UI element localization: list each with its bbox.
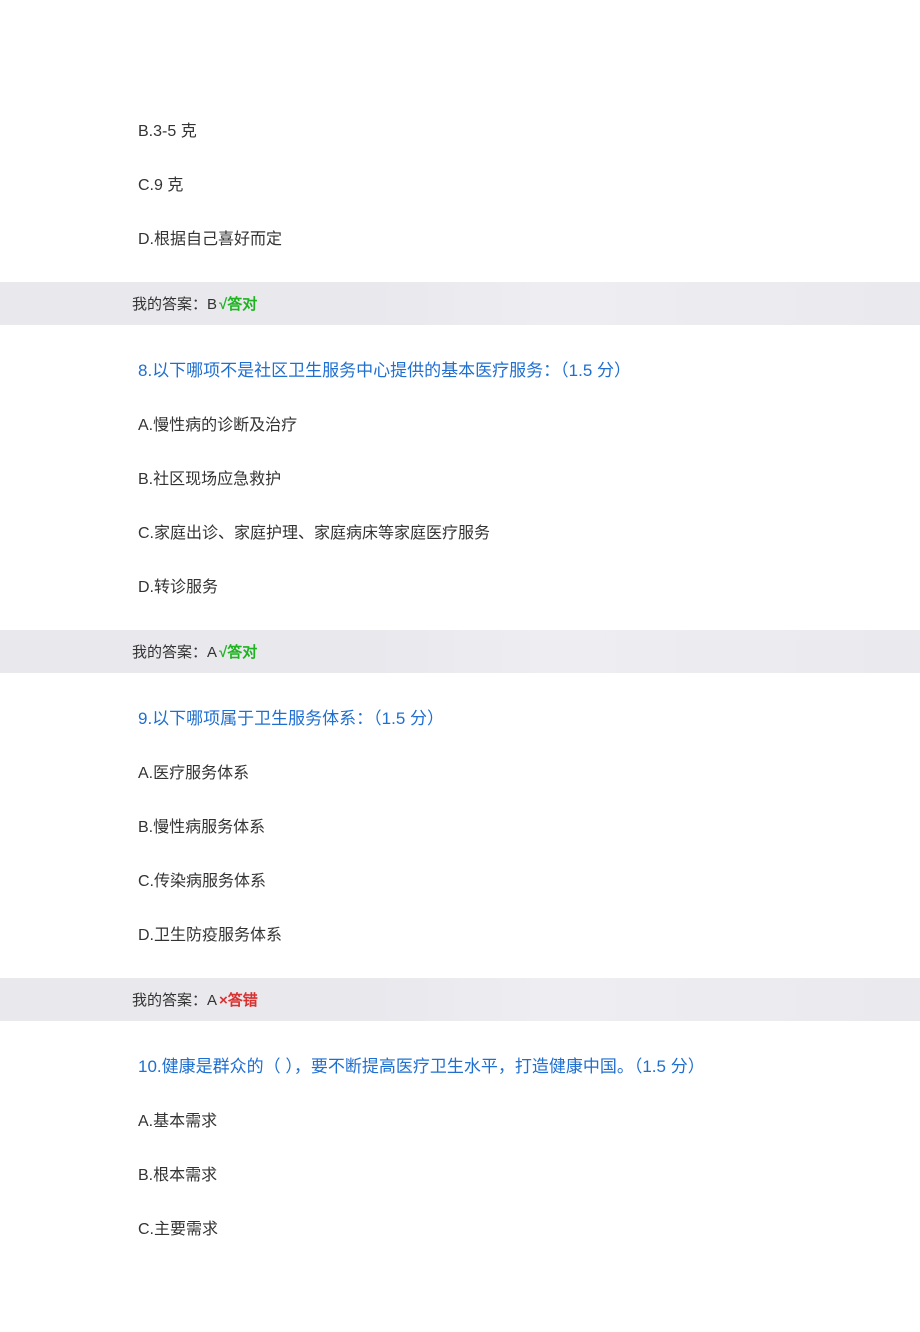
option-c: C.9 克 [0, 174, 920, 198]
question-8-title: 8.以下哪项不是社区卫生服务中心提供的基本医疗服务：（1.5 分） [0, 357, 920, 386]
option-c: C.传染病服务体系 [0, 870, 920, 894]
question-10-options: A.基本需求 B.根本需求 C.主要需求 [0, 1110, 920, 1242]
option-a: A.医疗服务体系 [0, 762, 920, 786]
answer-prefix: 我的答案：A [132, 641, 217, 662]
option-d: D.卫生防疫服务体系 [0, 924, 920, 948]
option-b: B.慢性病服务体系 [0, 816, 920, 840]
option-b: B.根本需求 [0, 1164, 920, 1188]
question-9-title: 9.以下哪项属于卫生服务体系：（1.5 分） [0, 705, 920, 734]
option-a: A.基本需求 [0, 1110, 920, 1134]
question-9-options: A.医疗服务体系 B.慢性病服务体系 C.传染病服务体系 D.卫生防疫服务体系 [0, 762, 920, 948]
option-b: B.社区现场应急救护 [0, 468, 920, 492]
question-8-answer-row: 我的答案：A √答对 [0, 630, 920, 673]
option-d: D.根据自己喜好而定 [0, 228, 920, 252]
question-8-options: A.慢性病的诊断及治疗 B.社区现场应急救护 C.家庭出诊、家庭护理、家庭病床等… [0, 414, 920, 600]
question-7-options-partial: B.3-5 克 C.9 克 D.根据自己喜好而定 [0, 120, 920, 252]
option-d: D.转诊服务 [0, 576, 920, 600]
answer-correct-mark: √答对 [219, 641, 257, 662]
answer-prefix: 我的答案：A [132, 989, 217, 1010]
question-9-answer-row: 我的答案：A ×答错 [0, 978, 920, 1021]
option-c: C.家庭出诊、家庭护理、家庭病床等家庭医疗服务 [0, 522, 920, 546]
answer-wrong-mark: ×答错 [219, 989, 258, 1010]
question-7-answer-row: 我的答案：B √答对 [0, 282, 920, 325]
option-a: A.慢性病的诊断及治疗 [0, 414, 920, 438]
answer-prefix: 我的答案：B [132, 293, 217, 314]
option-c: C.主要需求 [0, 1218, 920, 1242]
question-10-title: 10.健康是群众的（ ），要不断提高医疗卫生水平，打造健康中国。（1.5 分） [0, 1053, 920, 1082]
option-b: B.3-5 克 [0, 120, 920, 144]
answer-correct-mark: √答对 [219, 293, 257, 314]
